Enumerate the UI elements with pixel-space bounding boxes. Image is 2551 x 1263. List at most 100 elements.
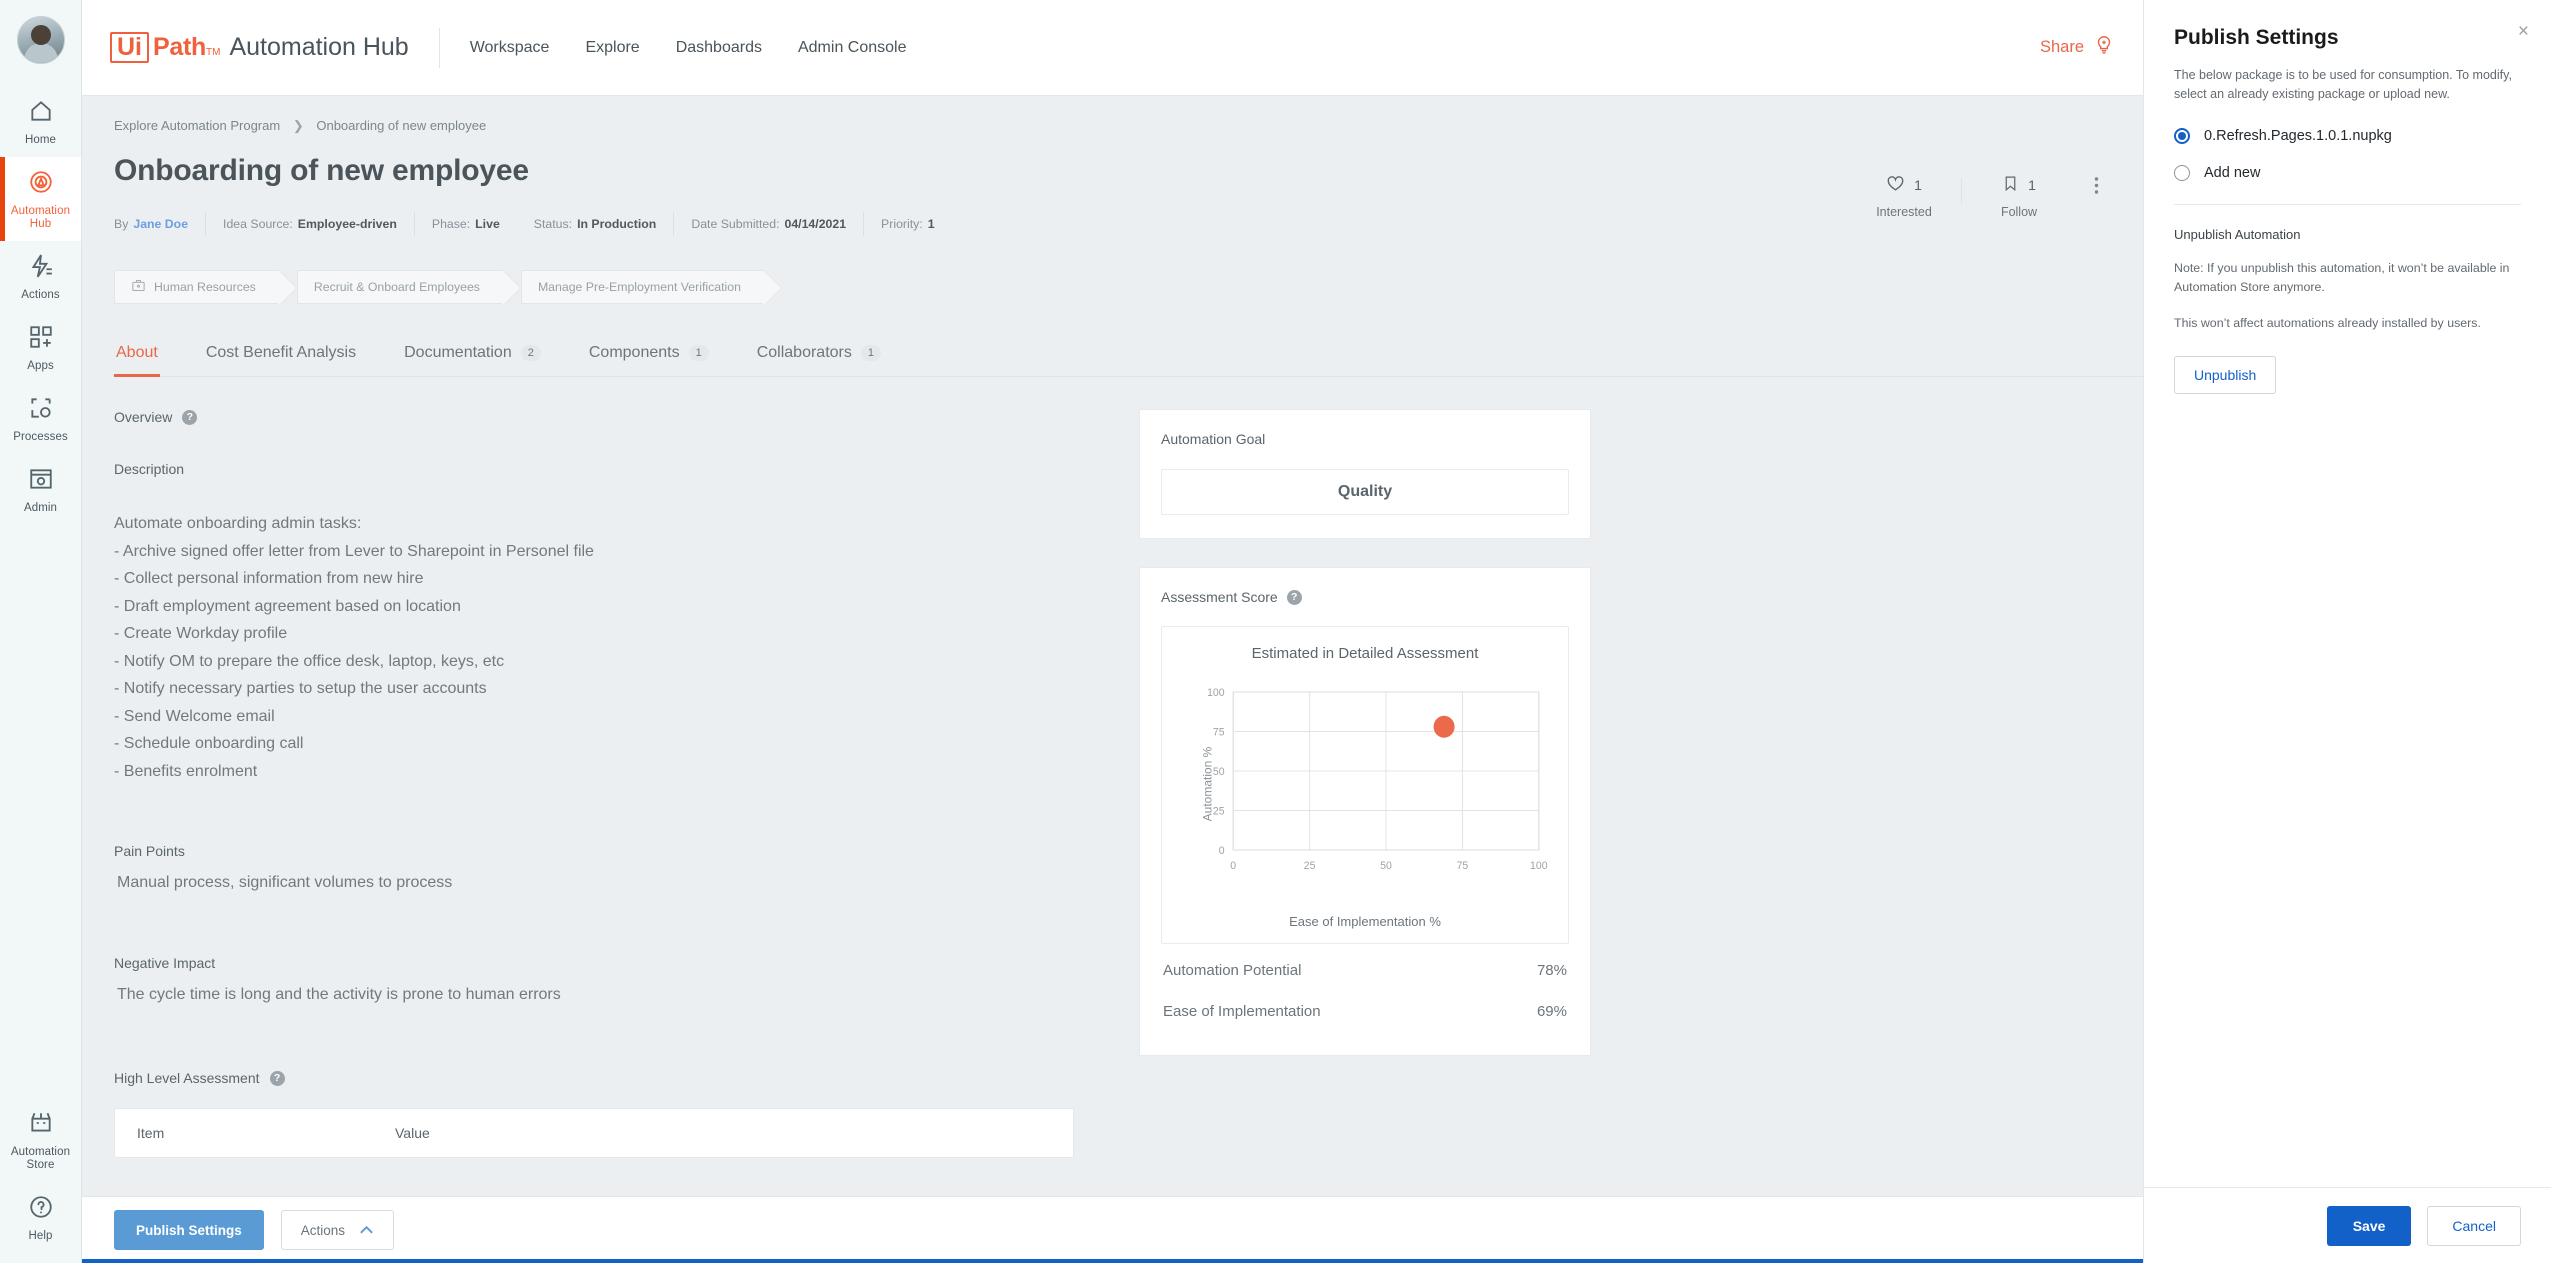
description-line: - Notify OM to prepare the office desk, …: [114, 652, 505, 670]
chart-x-axis-label: Ease of Implementation %: [1289, 914, 1441, 929]
avatar[interactable]: [16, 16, 65, 64]
tab-collaborators[interactable]: Collaborators 1: [755, 344, 883, 376]
nav-explore[interactable]: Explore: [585, 39, 639, 57]
meta-value: Employee-driven: [297, 217, 397, 231]
tab-cost-benefit-analysis[interactable]: Cost Benefit Analysis: [204, 344, 358, 376]
meta-value: 1: [927, 217, 935, 231]
radio-button-unselected[interactable]: [2174, 165, 2190, 181]
uipath-logo-badge: Ui: [110, 32, 149, 63]
meta-author-name[interactable]: Jane Doe: [133, 217, 188, 231]
rail-primary-items: Home Automation Hub Actions Apps Process…: [0, 86, 81, 525]
automation-hub-icon: [28, 169, 54, 200]
lightbulb-plus-icon: [2093, 34, 2115, 61]
help-tooltip-icon[interactable]: ?: [269, 1070, 285, 1086]
brand-logo[interactable]: Ui Path TM Automation Hub: [110, 32, 409, 63]
pain-points-text: Manual process, significant volumes to p…: [117, 874, 453, 891]
description-line: - Schedule onboarding call: [114, 735, 304, 752]
sidebar-item-processes[interactable]: Processes: [0, 383, 81, 454]
follow-button[interactable]: 1 Follow: [1962, 174, 2076, 219]
interested-label: Interested: [1876, 205, 1932, 219]
cancel-button[interactable]: Cancel: [2427, 1205, 2521, 1246]
sidebar-item-help[interactable]: Help: [0, 1182, 81, 1253]
about-left-column: Overview ? Description Automate onboardi…: [114, 409, 1074, 1158]
high-level-assessment-table: Item Value: [114, 1108, 1074, 1158]
sidebar-item-label: Automation Hub: [10, 205, 71, 230]
chip-label: Manage Pre-Employment Verification: [537, 280, 741, 294]
tab-label: Cost Benefit Analysis: [205, 344, 357, 361]
meta-status: Status: In Production: [517, 217, 674, 231]
description-line: Automate onboarding admin tasks:: [114, 515, 362, 532]
nav-admin-console[interactable]: Admin Console: [798, 39, 907, 57]
tab-label: About: [116, 344, 158, 361]
metric-automation-potential: Automation Potential 78%: [1161, 950, 1569, 991]
tab-components[interactable]: Components 1: [587, 344, 711, 376]
admin-icon: [28, 466, 54, 497]
tab-about[interactable]: About: [114, 344, 160, 377]
nav-dashboards[interactable]: Dashboards: [676, 39, 762, 57]
svg-text:0: 0: [1230, 860, 1236, 872]
main-content: Explore Automation Program ❯ Onboarding …: [82, 96, 2143, 1263]
sidebar-item-home[interactable]: Home: [0, 86, 81, 157]
share-button[interactable]: Share: [2040, 34, 2115, 61]
publish-panel-header: Publish Settings × The below package is …: [2144, 0, 2551, 104]
close-icon[interactable]: ×: [2518, 22, 2529, 41]
help-tooltip-icon[interactable]: ?: [182, 409, 198, 425]
assessment-score-title: Assessment Score: [1161, 589, 1278, 605]
package-radio-group: 0.Refresh.Pages.1.0.1.nupkg Add new: [2144, 128, 2551, 202]
sidebar-item-automation-store[interactable]: Automation Store: [0, 1098, 81, 1182]
sidebar-item-automation-hub[interactable]: Automation Hub: [0, 157, 81, 241]
automation-goal-value: Quality: [1161, 469, 1569, 515]
meta-key: Date Submitted:: [691, 217, 780, 231]
unpublish-section: Unpublish Automation Note: If you unpubl…: [2144, 205, 2551, 394]
page-title: Onboarding of new employee: [114, 154, 529, 187]
bottom-accent-strip: [82, 1259, 2143, 1263]
help-tooltip-icon[interactable]: ?: [1286, 589, 1302, 605]
sidebar-item-actions[interactable]: Actions: [0, 241, 81, 312]
radio-option-add-new[interactable]: Add new: [2174, 165, 2521, 181]
sidebar-item-admin[interactable]: Admin: [0, 454, 81, 525]
save-button[interactable]: Save: [2326, 1205, 2412, 1246]
svg-text:25: 25: [1304, 860, 1316, 872]
heart-icon: [1886, 174, 1905, 196]
tab-badge: 1: [860, 345, 881, 361]
publish-panel-title: Publish Settings: [2174, 26, 2339, 49]
tab-documentation[interactable]: Documentation 2: [402, 344, 543, 376]
chip-human-resources[interactable]: Human Resources: [114, 270, 297, 306]
chart-title: Estimated in Detailed Assessment: [1251, 645, 1479, 662]
interested-count: 1: [1914, 177, 1922, 193]
automation-goal-card: Automation Goal Quality: [1139, 409, 1591, 539]
interested-button[interactable]: 1 Interested: [1847, 174, 1961, 219]
radio-option-existing-package[interactable]: 0.Refresh.Pages.1.0.1.nupkg: [2174, 128, 2521, 144]
top-nav-links: Workspace Explore Dashboards Admin Conso…: [470, 39, 907, 57]
sidebar-item-apps[interactable]: Apps: [0, 312, 81, 383]
publish-panel-description: The below package is to be used for cons…: [2174, 68, 2512, 101]
unpublish-note-1: Note: If you unpublish this automation, …: [2174, 261, 2510, 294]
more-options-button[interactable]: [2076, 174, 2111, 198]
actions-label: Actions: [300, 1222, 346, 1238]
breadcrumb-parent[interactable]: Explore Automation Program: [114, 118, 280, 133]
meta-key: Status:: [533, 217, 573, 231]
actions-dropdown-button[interactable]: Actions: [280, 1210, 395, 1250]
tab-label: Documentation: [404, 344, 512, 361]
description-text: Automate onboarding admin tasks: - Archi…: [114, 510, 1074, 785]
sidebar-item-label: Home: [24, 134, 57, 146]
rail-bottom-items: Automation Store Help: [0, 1098, 81, 1263]
about-content: Overview ? Description Automate onboardi…: [82, 409, 2143, 1158]
nav-workspace[interactable]: Workspace: [470, 39, 550, 57]
bookmark-icon: [2002, 174, 2019, 196]
metric-value: 69%: [1536, 1003, 1567, 1020]
publish-settings-button[interactable]: Publish Settings: [114, 1210, 264, 1250]
scatter-plot-svg: 0 25 50 75 100 0 25 50 75 100: [1207, 687, 1547, 872]
metric-label: Automation Potential: [1163, 962, 1302, 979]
uipath-logo-text: Path: [153, 33, 206, 61]
publish-panel-footer: Save Cancel: [2144, 1187, 2551, 1263]
radio-button-selected[interactable]: [2174, 128, 2190, 144]
tab-bar: About Cost Benefit Analysis Documentatio…: [114, 344, 2143, 377]
unpublish-button[interactable]: Unpublish: [2174, 356, 2277, 394]
description-line: - Draft employment agreement based on lo…: [114, 597, 461, 615]
sidebar-item-label: Automation Store: [10, 1146, 71, 1171]
meta-key: Phase:: [431, 217, 471, 231]
chip-manage-pre-employment[interactable]: Manage Pre-Employment Verification: [520, 270, 782, 306]
chip-recruit-onboard[interactable]: Recruit & Onboard Employees: [296, 270, 522, 306]
tab-label: Components: [588, 344, 680, 361]
